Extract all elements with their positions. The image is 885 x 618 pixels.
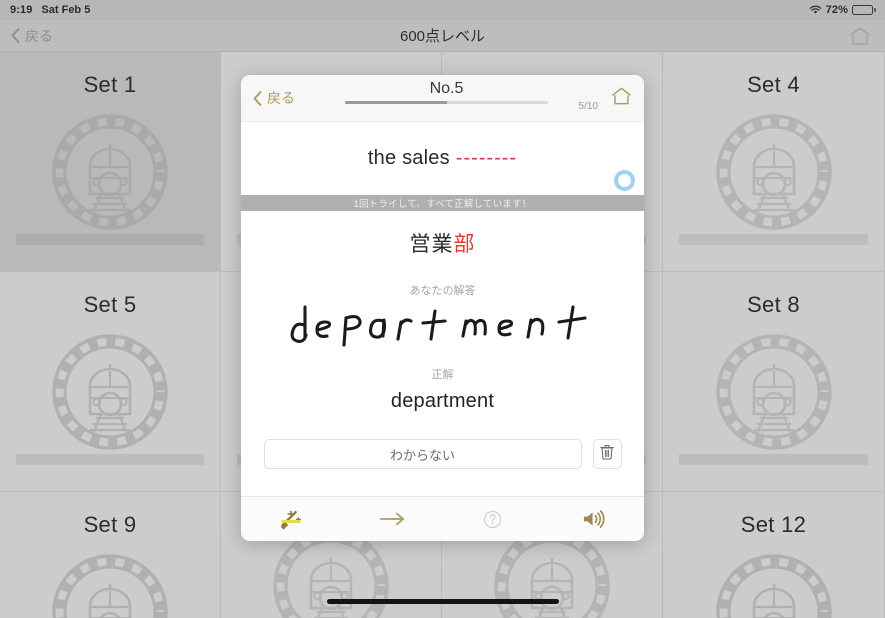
- page-title: 600点レベル: [399, 28, 486, 45]
- modal-back-label: 戻る: [267, 90, 295, 106]
- modal-home-button[interactable]: [611, 86, 644, 111]
- battery-percent: 72%: [825, 4, 848, 16]
- question-area: the sales --------: [241, 122, 644, 195]
- quiz-modal: 戻る No.5 5/10 the sales -------- 1回トライして、…: [241, 75, 644, 541]
- set-card-progress: [679, 234, 868, 245]
- japanese-word-highlight: 部: [453, 233, 476, 256]
- magic-wand-active-underline: [281, 520, 301, 523]
- question-prompt: the sales --------: [368, 147, 517, 170]
- question-number: No.5: [429, 80, 464, 97]
- magic-wand-icon: [279, 509, 303, 530]
- help-button[interactable]: [443, 510, 544, 529]
- next-button[interactable]: [342, 511, 443, 527]
- set-card-5[interactable]: Set 5: [0, 272, 221, 492]
- japanese-word-base: 営業: [409, 233, 454, 256]
- set-card-label: Set 1: [83, 72, 137, 97]
- set-card-9[interactable]: Set 9: [0, 492, 221, 618]
- set-card-label: Set 5: [83, 292, 137, 317]
- handwritten-answer: [283, 302, 603, 354]
- home-indicator[interactable]: [326, 599, 559, 604]
- answer-button-row: わからない: [263, 439, 622, 469]
- train-circle-icon: [712, 110, 836, 234]
- question-progress-bar: [345, 101, 548, 104]
- set-card-4[interactable]: Set 4: [663, 52, 885, 272]
- delete-button[interactable]: [592, 439, 622, 469]
- modal-header: 戻る No.5 5/10: [241, 75, 644, 122]
- question-counter: 5/10: [578, 101, 598, 112]
- japanese-word: 営業部: [410, 228, 476, 258]
- status-time: 9:19: [10, 4, 33, 16]
- modal-back-button[interactable]: 戻る: [241, 88, 295, 108]
- nav-bar: 戻る 600点レベル: [0, 20, 885, 52]
- set-card-1[interactable]: Set 1: [0, 52, 221, 272]
- set-card-label: Set 9: [83, 512, 137, 537]
- set-card-label: Set 12: [740, 512, 807, 537]
- train-circle-icon: [48, 330, 172, 454]
- answer-body: 営業部 あなたの解答 正解 department わからない: [241, 211, 644, 496]
- your-answer-label: あなたの解答: [409, 285, 476, 297]
- train-circle-icon: [48, 110, 172, 234]
- home-icon: [611, 86, 632, 111]
- dont-know-button[interactable]: わからない: [263, 439, 582, 469]
- question-mark-icon: [483, 510, 502, 529]
- magic-wand-button[interactable]: [241, 509, 342, 530]
- wifi-icon: [809, 5, 822, 15]
- set-card-label: Set 4: [747, 72, 800, 97]
- status-notice: 1回トライして、すべて正解しています！: [241, 195, 644, 211]
- train-circle-icon: [712, 330, 836, 454]
- speaker-icon: [582, 509, 605, 529]
- battery-icon: [852, 5, 876, 15]
- screen-root: 9:19 Sat Feb 5 72% 戻る 600点レベル Set 1 Set …: [0, 0, 885, 618]
- set-card-12[interactable]: Set 12: [663, 492, 885, 618]
- question-progress-fill: [345, 101, 447, 104]
- status-date: Sat Feb 5: [41, 4, 91, 16]
- set-card-label: Set 8: [747, 292, 800, 317]
- speaker-button[interactable]: [543, 509, 644, 529]
- set-card-8[interactable]: Set 8: [663, 272, 885, 492]
- status-bar-right: 72%: [809, 4, 885, 16]
- set-card-progress: [679, 454, 868, 465]
- arrow-right-icon: [378, 511, 407, 527]
- circle-ring-icon[interactable]: [614, 170, 635, 191]
- chevron-left-icon: [253, 90, 262, 106]
- question-prompt-text: the sales: [367, 147, 450, 169]
- status-bar: 9:19 Sat Feb 5 72%: [0, 0, 885, 20]
- status-bar-left: 9:19 Sat Feb 5: [0, 4, 90, 16]
- correct-answer-text: department: [390, 390, 495, 412]
- train-circle-icon: [48, 550, 172, 618]
- modal-toolbar: [241, 496, 644, 541]
- set-card-progress: [16, 454, 204, 465]
- trash-icon: [600, 444, 614, 465]
- set-card-progress: [16, 234, 204, 245]
- question-blank: --------: [455, 147, 518, 169]
- correct-answer-label: 正解: [431, 369, 454, 381]
- train-circle-icon: [712, 550, 836, 618]
- modal-progress-group: No.5: [345, 80, 548, 104]
- dont-know-label: わからない: [389, 447, 455, 463]
